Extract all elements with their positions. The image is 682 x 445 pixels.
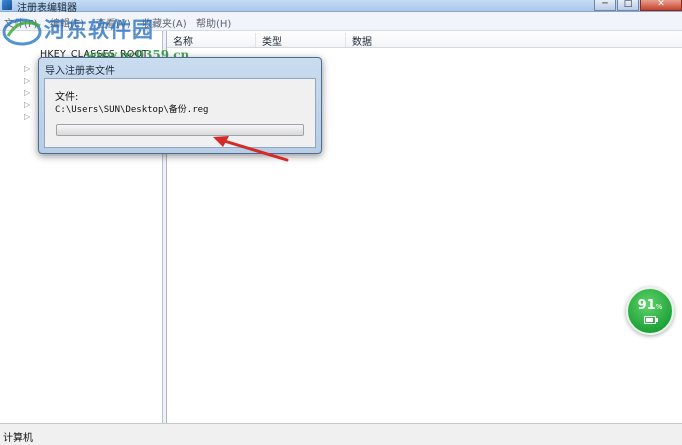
close-button[interactable]: ✕: [640, 0, 682, 11]
battery-icon: [644, 316, 658, 324]
column-type-header[interactable]: 类型: [256, 33, 346, 48]
battery-widget[interactable]: 91%: [626, 287, 674, 335]
maximize-button[interactable]: □: [617, 0, 639, 11]
expand-arrow-icon[interactable]: ▷: [24, 100, 30, 109]
expand-arrow-icon[interactable]: ▷: [24, 112, 30, 121]
window-controls: ─ □ ✕: [593, 0, 682, 11]
file-path: C:\Users\SUN\Desktop\备份.reg: [55, 105, 209, 115]
menu-help[interactable]: 帮助(H): [196, 15, 231, 30]
file-label: 文件:: [55, 92, 79, 103]
tree-node[interactable]: ▷: [24, 88, 36, 100]
dialog-title: 导入注册表文件: [45, 66, 115, 77]
tree-node[interactable]: ▷: [24, 76, 36, 88]
battery-value: 91: [637, 298, 656, 313]
watermark-brand: 河东软件园: [44, 18, 154, 42]
red-arrow-icon: [213, 136, 289, 162]
watermark-logo-icon: [2, 18, 42, 46]
registry-app-icon: [2, 0, 12, 10]
status-bar: 计算机: [0, 423, 682, 445]
status-text: 计算机: [3, 433, 33, 444]
expand-arrow-icon[interactable]: ▷: [24, 64, 30, 73]
expand-arrow-icon[interactable]: ▷: [24, 88, 30, 97]
column-name-header[interactable]: 名称: [167, 33, 256, 48]
battery-percent: 91%: [628, 298, 672, 313]
registry-editor-window: 注册表编辑器 ─ □ ✕ 文件(F) 编辑(E) 查看(V) 收藏夹(A) 帮助…: [0, 0, 682, 445]
title-bar[interactable]: 注册表编辑器 ─ □ ✕: [0, 0, 682, 14]
expand-arrow-icon[interactable]: ▷: [24, 76, 30, 85]
column-data-header[interactable]: 数据: [346, 33, 546, 48]
tree-node[interactable]: ▷: [24, 100, 36, 112]
list-header: 名称 类型 数据: [167, 31, 682, 48]
minimize-button[interactable]: ─: [594, 0, 616, 11]
battery-unit: %: [655, 303, 663, 311]
tree-node[interactable]: ▷: [24, 112, 36, 124]
battery-level: [646, 318, 654, 322]
tree-node[interactable]: ▷: [24, 64, 36, 76]
